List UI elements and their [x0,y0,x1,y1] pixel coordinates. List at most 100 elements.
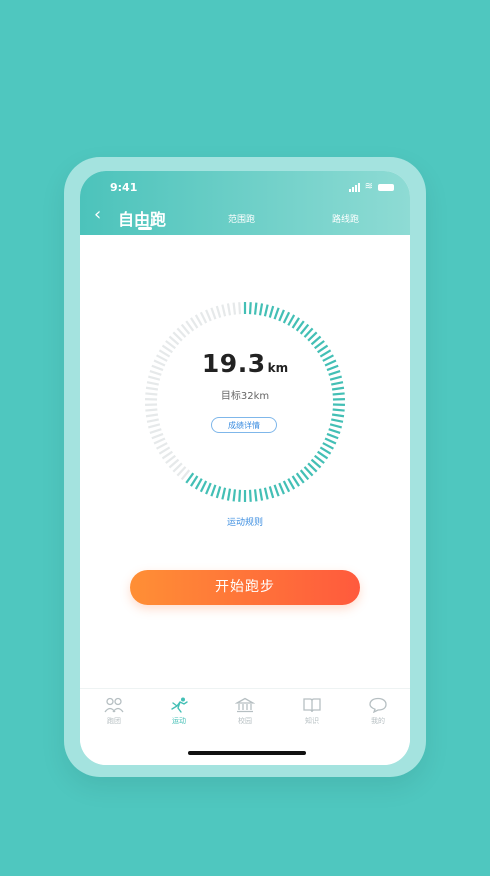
ring-tick-active [299,323,310,335]
ring-tick [180,469,191,481]
ring-tick [176,327,187,338]
ring-tick [172,462,183,473]
battery-icon [378,183,394,191]
ring-tick-active [331,381,344,386]
ring-tick-active [253,302,258,315]
ring-tick-active [248,489,252,502]
ring-tick [145,413,159,418]
ring-tick-active [185,472,195,484]
group-icon [104,697,124,713]
ring-tick-active [215,486,222,499]
ring-tick-active [299,469,310,481]
back-icon[interactable]: ‹ [94,206,101,224]
ring-tick-active [322,442,334,450]
nav-label-exercise: 运动 [172,717,186,725]
wifi-icon: ≋ [364,181,373,192]
ring-tick-active [295,472,305,484]
ring-tick-active [324,437,337,445]
score-details-button[interactable]: 成绩详情 [211,417,277,433]
status-icons: ≋ [348,181,394,192]
ring-tick-active [287,314,296,326]
nav-label-campus: 校园 [238,717,252,725]
ring-tick [172,331,183,342]
nav-item-knowledge[interactable]: 知识 [292,697,332,726]
ring-tick-active [253,489,258,502]
ring-tick [168,335,180,346]
start-run-button[interactable]: 开始跑步 [130,570,360,605]
ring-tick-active [205,482,212,495]
ring-tick [153,437,166,445]
ring-tick [158,446,171,455]
ring-tick-active [258,488,264,501]
ring-tick [232,302,237,315]
profile-icon [369,697,387,713]
ring-tick-active [273,484,280,497]
ring-tick-active [232,489,237,502]
ring-tick-active [190,475,199,487]
ring-tick [238,302,242,315]
ring-tick-active [310,335,322,346]
ring-tick-active [329,423,342,429]
ring-tick [176,466,187,477]
ring-tick-active [268,486,275,499]
tab-range-run[interactable]: 范围跑 [228,212,255,225]
ring-tick-active [268,305,275,318]
ring-tick-active [273,307,280,320]
ring-tick [146,381,159,386]
ring-tick-active [310,458,322,469]
ring-tick [168,458,180,469]
ring-tick-active [248,302,252,315]
ring-tick-active [199,480,208,493]
bottom-nav: 跑团 运动 校园 知识 我的 [80,688,410,765]
ring-tick [148,423,161,429]
book-icon [303,698,321,713]
ring-tick [190,317,199,329]
ring-tick-active [314,340,325,350]
distance-unit: km [267,361,289,375]
ring-tick [165,454,176,464]
nav-label-group: 跑团 [107,717,121,725]
ring-tick [149,428,162,434]
distance-value: 19.3 [201,349,266,378]
home-indicator [188,751,306,755]
ring-tick-active [307,331,318,342]
ring-tick-active [319,446,332,455]
ring-tick-active [226,488,232,501]
ring-tick [226,303,232,316]
ring-tick [199,311,208,324]
nav-label-profile: 我的 [371,717,385,725]
app-screen: 9:41 ≋ ‹ 自由跑 范围跑 路线跑 19.3 km 目标32km 成绩详情 … [80,171,410,765]
ring-tick [215,305,222,318]
ring-tick-active [210,484,217,497]
tab-route-run[interactable]: 路线跑 [332,212,359,225]
ring-tick-active [295,320,305,332]
ring-tick [221,304,227,317]
progress-ring-ticks [145,302,345,502]
nav-item-exercise[interactable]: 运动 [159,697,199,726]
ring-tick [145,408,158,412]
nav-item-profile[interactable]: 我的 [358,697,398,726]
ring-tick-active [328,428,341,434]
ring-tick-active [307,462,318,473]
active-tab-indicator [138,227,152,230]
ring-tick-active [263,304,269,317]
nav-item-campus[interactable]: 校园 [225,697,265,726]
distance-readout: 19.3 km [140,349,350,378]
status-time: 9:41 [110,181,138,194]
goal-text: 目标32km [220,391,270,402]
ring-tick [194,314,203,326]
ring-tick-active [332,408,345,412]
ring-tick-active [194,478,203,490]
exercise-rules-link[interactable]: 运动规则 [80,515,410,528]
ring-tick [146,418,159,423]
nav-item-group[interactable]: 跑团 [94,697,134,726]
ring-tick [156,442,168,450]
campus-icon [235,697,255,713]
ring-tick-active [317,450,329,460]
ring-tick-active [287,478,296,490]
ring-tick [210,307,217,320]
ring-tick-active [238,489,242,502]
ring-tick-active [221,487,227,500]
ring-tick-active [278,482,285,495]
ring-tick-active [291,317,300,329]
